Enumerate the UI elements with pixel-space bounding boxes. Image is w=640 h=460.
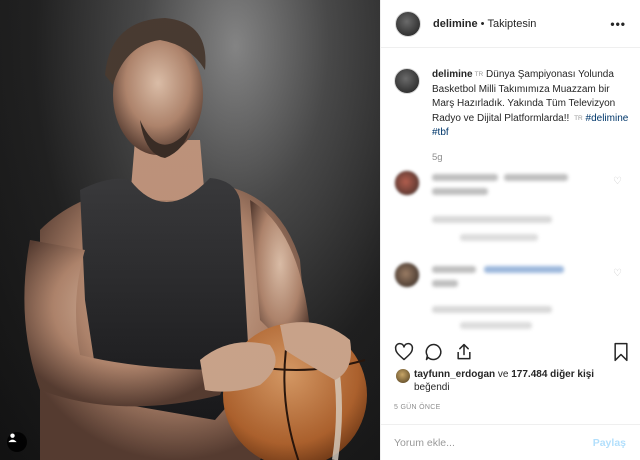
post-timestamp[interactable]: 5 GÜN ÖNCE [394,404,441,411]
commenter-username[interactable] [432,174,498,181]
tagged-user-icon[interactable] [7,432,27,452]
author-username[interactable]: delimine [433,18,478,30]
view-replies-link[interactable] [460,322,532,329]
hashtag-link[interactable]: #delimine [586,113,629,124]
likes-summary: tayfunn_erdogan ve 177.484 diğer kişi be… [396,368,632,394]
comment-like-icon[interactable]: ♡ [613,268,622,279]
liker-avatar[interactable] [396,369,410,383]
likes-suffix: beğendi [414,382,450,393]
heart-icon[interactable] [394,342,414,362]
post-caption: delimine TR Dünya Şampiyonası Yolunda Bas… [394,68,630,141]
comment-text [504,174,568,181]
bookmark-icon[interactable] [612,342,630,362]
caption-age: 5g [432,152,443,163]
author-avatar[interactable] [395,10,421,37]
liker-username[interactable]: tayfunn_erdogan [414,369,495,380]
caption-text: delimine TR Dünya Şampiyonası Yolunda Bas… [432,68,630,141]
comment-meta [432,306,552,313]
follow-status[interactable]: Takiptesin [487,18,536,30]
likes-count[interactable]: 177.484 diğer kişi [511,369,594,380]
commenter-avatar[interactable] [394,170,420,196]
commenter-avatar[interactable] [394,262,420,288]
comment-input[interactable] [394,436,593,449]
caption-avatar[interactable] [394,68,420,94]
hashtag-link[interactable]: #tbf [432,127,449,138]
comment-mention[interactable] [484,266,564,273]
post-header: delimine • Takiptesin ••• [381,0,640,48]
likes-connector: ve [497,369,509,380]
header-separator: • [480,17,485,30]
basketball-player-image [0,0,380,460]
share-icon[interactable] [454,342,474,362]
post-comment-button[interactable]: Paylaş [593,437,626,449]
person-icon [8,433,17,443]
add-comment-bar: Paylaş [380,424,640,460]
likes-text: tayfunn_erdogan ve 177.484 diğer kişi be… [414,368,594,394]
translate-badge-2[interactable]: TR [574,115,583,122]
post-photo[interactable] [0,0,380,460]
comment-text [432,280,458,287]
comment-item: ♡ [394,170,626,241]
translate-badge[interactable]: TR [475,71,484,78]
comment-text [432,188,488,195]
comment-like-icon[interactable]: ♡ [613,176,622,187]
comment-item: ♡ [394,262,626,332]
more-options-icon[interactable]: ••• [610,17,626,31]
comment-meta [432,216,552,223]
commenter-username[interactable] [432,266,476,273]
post-actions [392,342,632,366]
caption-username[interactable]: delimine [432,69,473,80]
comment-icon[interactable] [424,342,444,362]
view-replies-link[interactable] [460,234,538,241]
